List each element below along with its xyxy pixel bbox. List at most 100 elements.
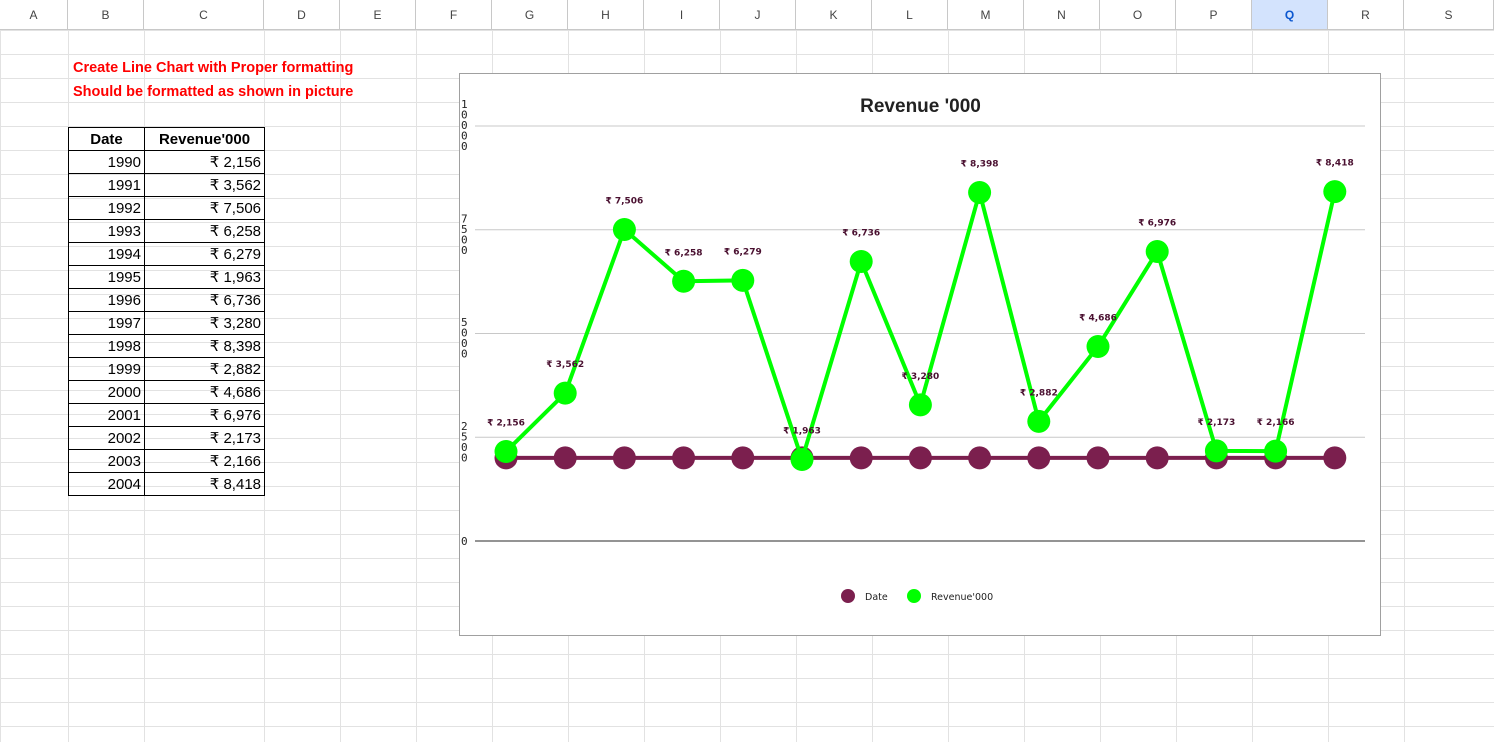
- date-cell[interactable]: 1990: [68, 150, 145, 174]
- date-cell[interactable]: 1993: [68, 219, 145, 243]
- revenue-data-table[interactable]: Date Revenue'000 1990 ₹ 2,156 1991 ₹ 3,562 1…: [68, 127, 265, 496]
- revenue-cell[interactable]: ₹ 6,279: [144, 242, 265, 266]
- revenue-cell[interactable]: ₹ 6,736: [144, 288, 265, 312]
- instruction-note-1: Create Line Chart with Proper formatting: [73, 60, 354, 76]
- date-cell[interactable]: 1999: [68, 357, 145, 381]
- revenue-cell[interactable]: ₹ 6,258: [144, 219, 265, 243]
- series-0-point[interactable]: [553, 446, 577, 470]
- legend-label-0: Date: [865, 592, 888, 603]
- date-cell[interactable]: 2002: [68, 426, 145, 450]
- data-label: ₹ 6,279: [724, 247, 762, 257]
- table-row: 1990 ₹ 2,156: [68, 150, 265, 174]
- series-1-point[interactable]: [849, 249, 873, 273]
- revenue-cell[interactable]: ₹ 4,686: [144, 380, 265, 404]
- date-column-header[interactable]: Date: [68, 127, 145, 151]
- series-0-point[interactable]: [1145, 446, 1169, 470]
- series-1-point[interactable]: [672, 269, 696, 293]
- series-0-point[interactable]: [1027, 446, 1051, 470]
- revenue-cell[interactable]: ₹ 2,173: [144, 426, 265, 450]
- table-row: 1999 ₹ 2,882: [68, 357, 265, 381]
- series-1-point[interactable]: [1086, 335, 1110, 359]
- series-1-point[interactable]: [1323, 180, 1347, 204]
- series-1-point[interactable]: [731, 268, 755, 292]
- column-header-l[interactable]: L: [872, 0, 948, 30]
- y-tick-label: 10000: [461, 98, 468, 153]
- table-row: 2002 ₹ 2,173: [68, 426, 265, 450]
- column-header-k[interactable]: K: [796, 0, 872, 30]
- revenue-cell[interactable]: ₹ 8,398: [144, 334, 265, 358]
- data-label: ₹ 6,976: [1138, 218, 1176, 228]
- table-row: 1994 ₹ 6,279: [68, 242, 265, 266]
- series-1-point[interactable]: [1264, 439, 1288, 463]
- revenue-cell[interactable]: ₹ 6,976: [144, 403, 265, 427]
- revenue-column-header[interactable]: Revenue'000: [144, 127, 265, 151]
- data-label: ₹ 2,882: [1020, 388, 1058, 398]
- series-1-point[interactable]: [1027, 409, 1051, 433]
- column-header-j[interactable]: J: [720, 0, 796, 30]
- column-header-s[interactable]: S: [1404, 0, 1494, 30]
- date-cell[interactable]: 1998: [68, 334, 145, 358]
- date-cell[interactable]: 1995: [68, 265, 145, 289]
- line-chart[interactable]: Revenue '000 0 2 5 0 0 5 0 0 0 7 5 0 0 1 0 0 0 0 ₹ 2,156 ₹ 3…: [459, 73, 1381, 636]
- series-0-point[interactable]: [849, 446, 873, 470]
- column-header-a[interactable]: A: [0, 0, 68, 30]
- column-header-d[interactable]: D: [264, 0, 340, 30]
- series-0-point[interactable]: [968, 446, 992, 470]
- data-label: ₹ 8,398: [961, 159, 999, 169]
- series-1-point[interactable]: [1145, 239, 1169, 263]
- data-label: ₹ 6,258: [665, 248, 703, 258]
- column-header-b[interactable]: B: [68, 0, 144, 30]
- series-0-point[interactable]: [908, 446, 932, 470]
- legend-label-1: Revenue'000: [931, 592, 993, 603]
- data-label: ₹ 6,736: [842, 228, 880, 238]
- series-0-point[interactable]: [672, 446, 696, 470]
- revenue-cell[interactable]: ₹ 3,280: [144, 311, 265, 335]
- column-header-n[interactable]: N: [1024, 0, 1100, 30]
- revenue-cell[interactable]: ₹ 3,562: [144, 173, 265, 197]
- legend-marker-1: [907, 589, 921, 603]
- series-1-point[interactable]: [790, 448, 814, 472]
- table-row: 1993 ₹ 6,258: [68, 219, 265, 243]
- column-header-g[interactable]: G: [492, 0, 568, 30]
- date-cell[interactable]: 2000: [68, 380, 145, 404]
- date-cell[interactable]: 2003: [68, 449, 145, 473]
- table-row: 1992 ₹ 7,506: [68, 196, 265, 220]
- date-cell[interactable]: 1994: [68, 242, 145, 266]
- column-header-e[interactable]: E: [340, 0, 416, 30]
- series-1-point[interactable]: [612, 218, 636, 242]
- column-header-i[interactable]: I: [644, 0, 720, 30]
- column-header-o[interactable]: O: [1100, 0, 1176, 30]
- date-cell[interactable]: 2004: [68, 472, 145, 496]
- column-header-f[interactable]: F: [416, 0, 492, 30]
- column-header-q[interactable]: Q: [1252, 0, 1328, 30]
- column-header-m[interactable]: M: [948, 0, 1024, 30]
- series-1-point[interactable]: [968, 180, 992, 204]
- series-1-point[interactable]: [1204, 439, 1228, 463]
- column-header-r[interactable]: R: [1328, 0, 1404, 30]
- series-0-point[interactable]: [731, 446, 755, 470]
- series-1-point[interactable]: [553, 381, 577, 405]
- series-0-point[interactable]: [1323, 446, 1347, 470]
- revenue-cell[interactable]: ₹ 8,418: [144, 472, 265, 496]
- chart-title: Revenue '000: [860, 96, 981, 117]
- column-header-p[interactable]: P: [1176, 0, 1252, 30]
- date-cell[interactable]: 2001: [68, 403, 145, 427]
- revenue-cell[interactable]: ₹ 2,882: [144, 357, 265, 381]
- revenue-cell[interactable]: ₹ 1,963: [144, 265, 265, 289]
- instruction-note-2: Should be formatted as shown in picture: [73, 84, 354, 100]
- date-cell[interactable]: 1992: [68, 196, 145, 220]
- series-1-point[interactable]: [494, 440, 518, 464]
- series-0-point[interactable]: [612, 446, 636, 470]
- date-cell[interactable]: 1991: [68, 173, 145, 197]
- chart-canvas: Revenue '000 0 2 5 0 0 5 0 0 0 7 5 0 0 1 0 0 0 0 ₹ 2,156 ₹ 3…: [461, 96, 1365, 603]
- revenue-cell[interactable]: ₹ 2,156: [144, 150, 265, 174]
- date-cell[interactable]: 1997: [68, 311, 145, 335]
- column-header-h[interactable]: H: [568, 0, 644, 30]
- revenue-cell[interactable]: ₹ 2,166: [144, 449, 265, 473]
- column-header-c[interactable]: C: [144, 0, 264, 30]
- revenue-cell[interactable]: ₹ 7,506: [144, 196, 265, 220]
- data-label: ₹ 7,506: [605, 197, 643, 207]
- date-cell[interactable]: 1996: [68, 288, 145, 312]
- series-0-point[interactable]: [1086, 446, 1110, 470]
- series-1-point[interactable]: [908, 393, 932, 417]
